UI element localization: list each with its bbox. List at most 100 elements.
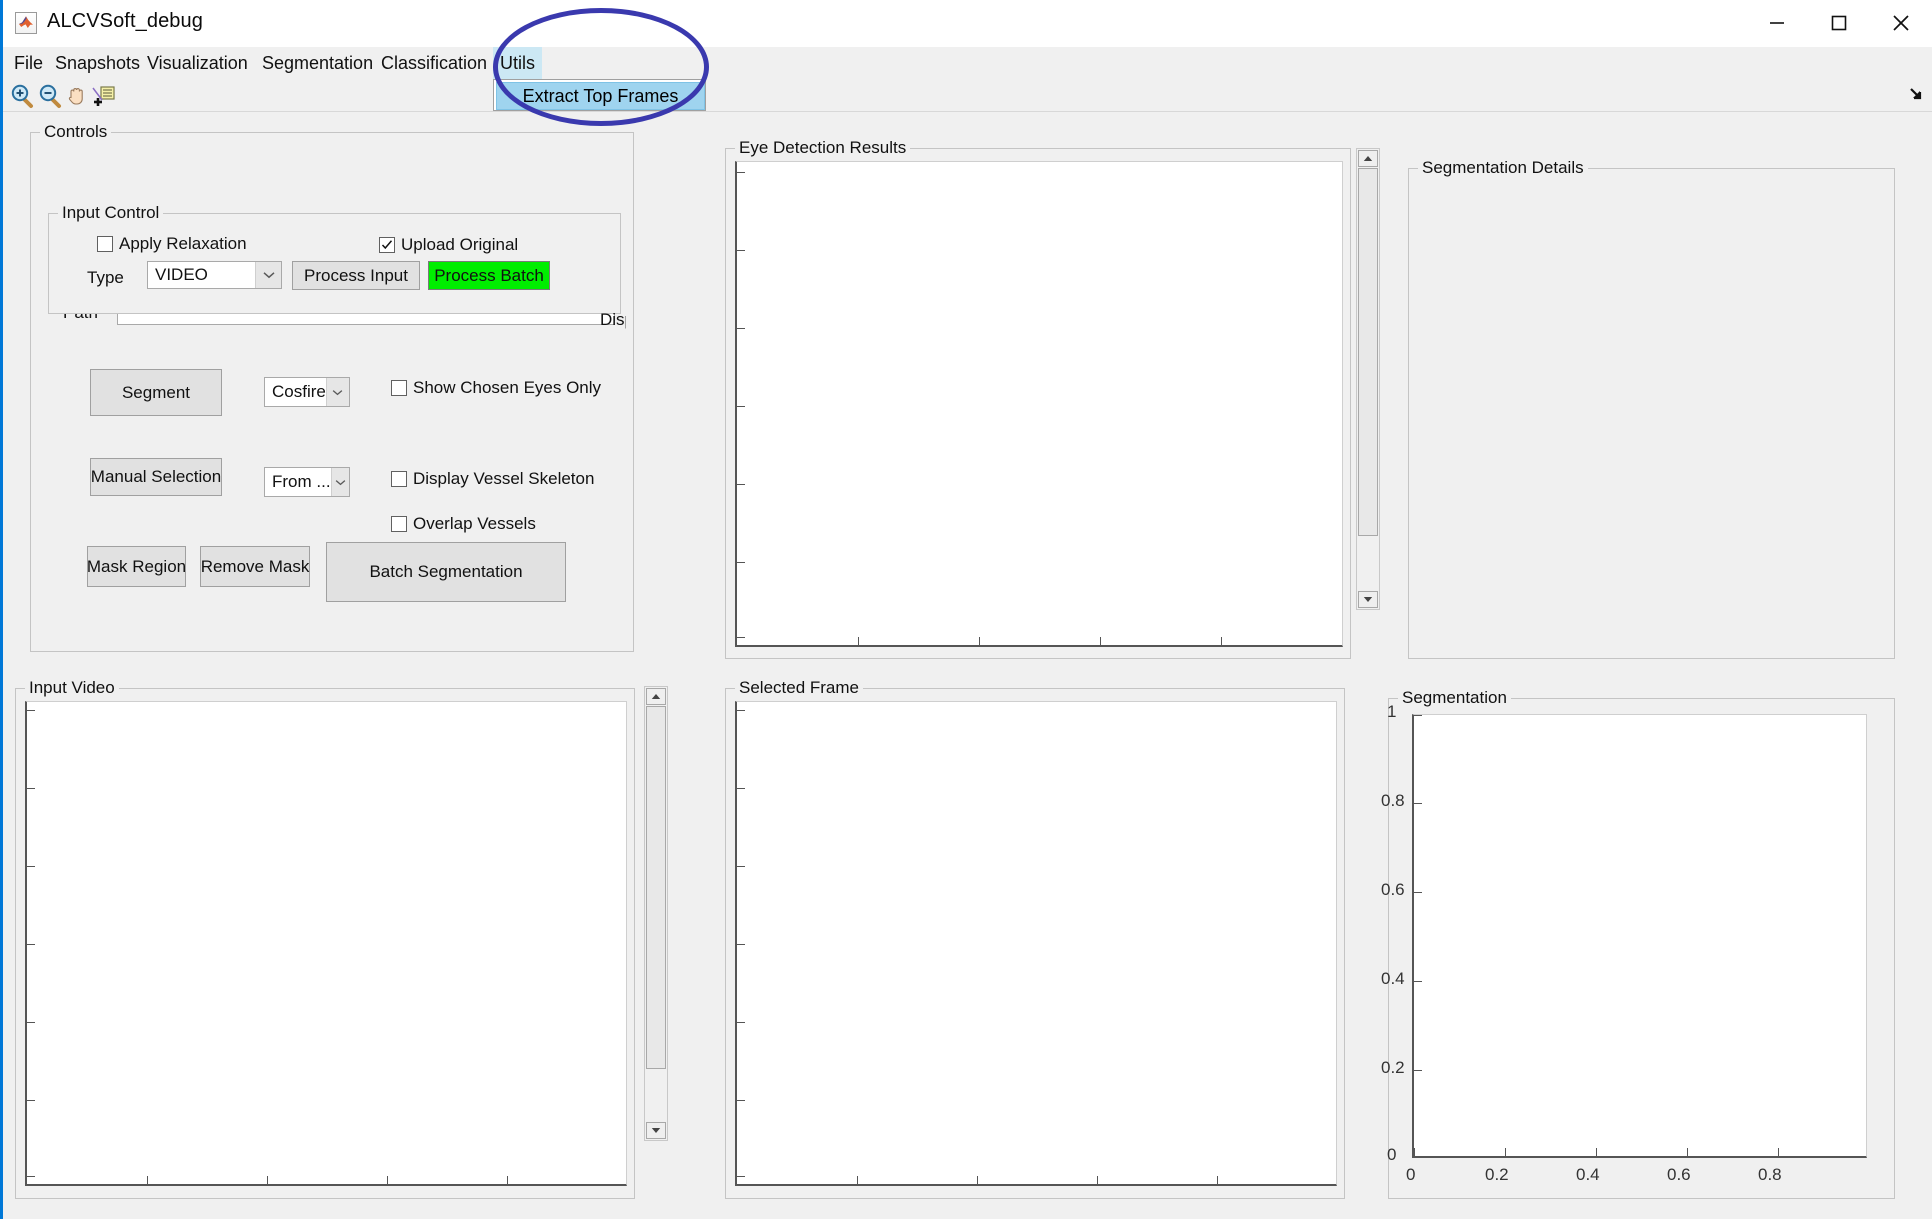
overlap-vessels-checkbox-box xyxy=(391,516,407,532)
data-cursor-button[interactable] xyxy=(90,82,117,109)
checkmark-icon xyxy=(381,240,393,250)
scroll-thumb[interactable] xyxy=(1358,168,1378,536)
upload-original-label: Upload Original xyxy=(401,235,519,254)
input-video-scrollbar[interactable] xyxy=(644,686,668,1141)
minimize-icon xyxy=(1770,22,1784,24)
menu-item-classification[interactable]: Classification xyxy=(374,47,494,79)
matlab-logo-icon xyxy=(19,16,33,28)
segment-method-select[interactable]: Cosfire xyxy=(264,377,350,407)
menu-item-file[interactable]: File xyxy=(7,47,50,79)
resize-grip[interactable] xyxy=(1908,86,1926,104)
segmentation-ytick-4: 0.2 xyxy=(1381,1058,1405,1077)
close-icon xyxy=(1893,15,1909,31)
segmentation-title: Segmentation xyxy=(1398,688,1511,708)
display-vessel-skeleton-checkbox-box xyxy=(391,471,407,487)
scroll-up-arrow[interactable] xyxy=(646,688,666,705)
segmentation-details-panel: Segmentation Details xyxy=(1408,158,1895,659)
utils-dropdown-menu: Extract Top Frames xyxy=(493,79,706,111)
upload-original-checkbox[interactable]: Upload Original xyxy=(379,235,518,255)
chevron-up-icon xyxy=(1363,156,1373,161)
show-chosen-eyes-only-checkbox[interactable]: Show Chosen Eyes Only xyxy=(391,378,601,398)
segment-button[interactable]: Segment xyxy=(90,369,222,416)
segmentation-xtick-0: 0 xyxy=(1406,1165,1416,1184)
display-vessel-skeleton-checkbox[interactable]: Display Vessel Skeleton xyxy=(391,469,594,489)
upload-original-checkbox-box xyxy=(379,237,395,253)
pan-hand-icon xyxy=(68,88,83,105)
apply-relaxation-label: Apply Relaxation xyxy=(119,234,247,253)
input-video-panel: Input Video xyxy=(15,678,635,1199)
maximize-button[interactable] xyxy=(1808,0,1870,46)
zoom-in-button[interactable] xyxy=(9,82,36,109)
type-label: Type xyxy=(87,268,124,287)
pan-button[interactable] xyxy=(64,82,91,109)
close-button[interactable] xyxy=(1870,0,1932,46)
segmentation-ytick-1: 0.8 xyxy=(1381,791,1405,810)
application-window: ALCVSoft_debug File Snapshots Visualizat… xyxy=(0,0,1932,1219)
segmentation-axes xyxy=(1412,714,1867,1158)
batch-segmentation-button[interactable]: Batch Segmentation xyxy=(326,542,566,602)
data-cursor-icon xyxy=(92,86,115,106)
menu-item-utils[interactable]: Utils xyxy=(493,47,542,79)
show-chosen-eyes-only-label: Show Chosen Eyes Only xyxy=(413,378,602,397)
eye-detection-results-title: Eye Detection Results xyxy=(735,138,911,158)
segmentation-xtick-1: 0.2 xyxy=(1485,1165,1509,1184)
menu-bar: File Snapshots Visualization Segmentatio… xyxy=(3,47,1932,80)
segmentation-xtick-2: 0.4 xyxy=(1576,1165,1600,1184)
scroll-up-arrow[interactable] xyxy=(1358,150,1378,167)
segmentation-details-title: Segmentation Details xyxy=(1418,158,1588,178)
chevron-down-icon xyxy=(1363,597,1373,602)
apply-relaxation-checkbox-box xyxy=(97,236,113,252)
chevron-down-icon xyxy=(255,262,281,288)
mask-region-button[interactable]: Mask Region xyxy=(87,546,186,587)
title-bar: ALCVSoft_debug xyxy=(3,0,1932,48)
zoom-out-icon xyxy=(39,84,61,108)
menu-item-snapshots[interactable]: Snapshots xyxy=(48,47,147,79)
manual-selection-button[interactable]: Manual Selection xyxy=(90,458,222,496)
eye-detection-results-scrollbar[interactable] xyxy=(1356,148,1380,610)
menu-option-extract-top-frames[interactable]: Extract Top Frames xyxy=(496,82,705,110)
segmentation-panel: Segmentation 1 0.8 0.6 0.4 0.2 0 0 0.2 0… xyxy=(1381,688,1895,1199)
eye-detection-results-panel: Eye Detection Results xyxy=(725,138,1351,659)
controls-panel: Controls Path Input Control Apply Relaxa… xyxy=(30,122,634,652)
type-select-value: VIDEO xyxy=(155,265,208,284)
tool-bar xyxy=(3,79,1932,112)
chevron-down-icon xyxy=(325,378,349,406)
selected-frame-title: Selected Frame xyxy=(735,678,863,698)
eye-detection-results-axes xyxy=(735,161,1343,647)
selected-frame-panel: Selected Frame xyxy=(725,678,1345,1199)
process-batch-button[interactable]: Process Batch xyxy=(428,261,550,290)
input-video-title: Input Video xyxy=(25,678,119,698)
scroll-down-arrow[interactable] xyxy=(646,1122,666,1139)
window-title: ALCVSoft_debug xyxy=(47,10,203,32)
segmentation-xtick-4: 0.8 xyxy=(1758,1165,1782,1184)
selected-frame-axes xyxy=(735,701,1337,1186)
segmentation-ytick-5: 0 xyxy=(1387,1145,1397,1164)
process-input-button[interactable]: Process Input xyxy=(292,261,420,290)
scroll-thumb[interactable] xyxy=(646,706,666,1069)
apply-relaxation-checkbox[interactable]: Apply Relaxation xyxy=(97,234,247,254)
segment-method-value: Cosfire xyxy=(272,382,326,401)
maximize-icon xyxy=(1831,15,1847,31)
menu-item-visualization[interactable]: Visualization xyxy=(140,47,255,79)
overlap-vessels-checkbox[interactable]: Overlap Vessels xyxy=(391,514,536,534)
controls-panel-title: Controls xyxy=(40,122,112,142)
segmentation-xtick-3: 0.6 xyxy=(1667,1165,1691,1184)
chevron-up-icon xyxy=(651,694,661,699)
segmentation-ytick-2: 0.6 xyxy=(1381,880,1405,899)
menu-item-segmentation[interactable]: Segmentation xyxy=(255,47,380,79)
remove-mask-button[interactable]: Remove Mask xyxy=(200,546,310,587)
display-clipped-label: Display xyxy=(600,310,626,329)
input-video-axes xyxy=(25,701,627,1186)
scroll-down-arrow[interactable] xyxy=(1358,591,1378,608)
display-vessel-skeleton-label: Display Vessel Skeleton xyxy=(413,469,595,488)
matlab-app-icon xyxy=(15,12,37,34)
minimize-button[interactable] xyxy=(1746,0,1808,46)
segmentation-ytick-0: 1 xyxy=(1387,702,1397,721)
manual-selection-source-select[interactable]: From ... xyxy=(264,467,350,497)
zoom-out-button[interactable] xyxy=(37,82,64,109)
type-select[interactable]: VIDEO xyxy=(147,261,282,289)
segmentation-ytick-3: 0.4 xyxy=(1381,969,1405,988)
zoom-in-icon xyxy=(11,84,33,108)
input-control-panel: Input Control Apply Relaxation Upload Or… xyxy=(48,203,621,314)
chevron-down-icon xyxy=(330,468,349,496)
